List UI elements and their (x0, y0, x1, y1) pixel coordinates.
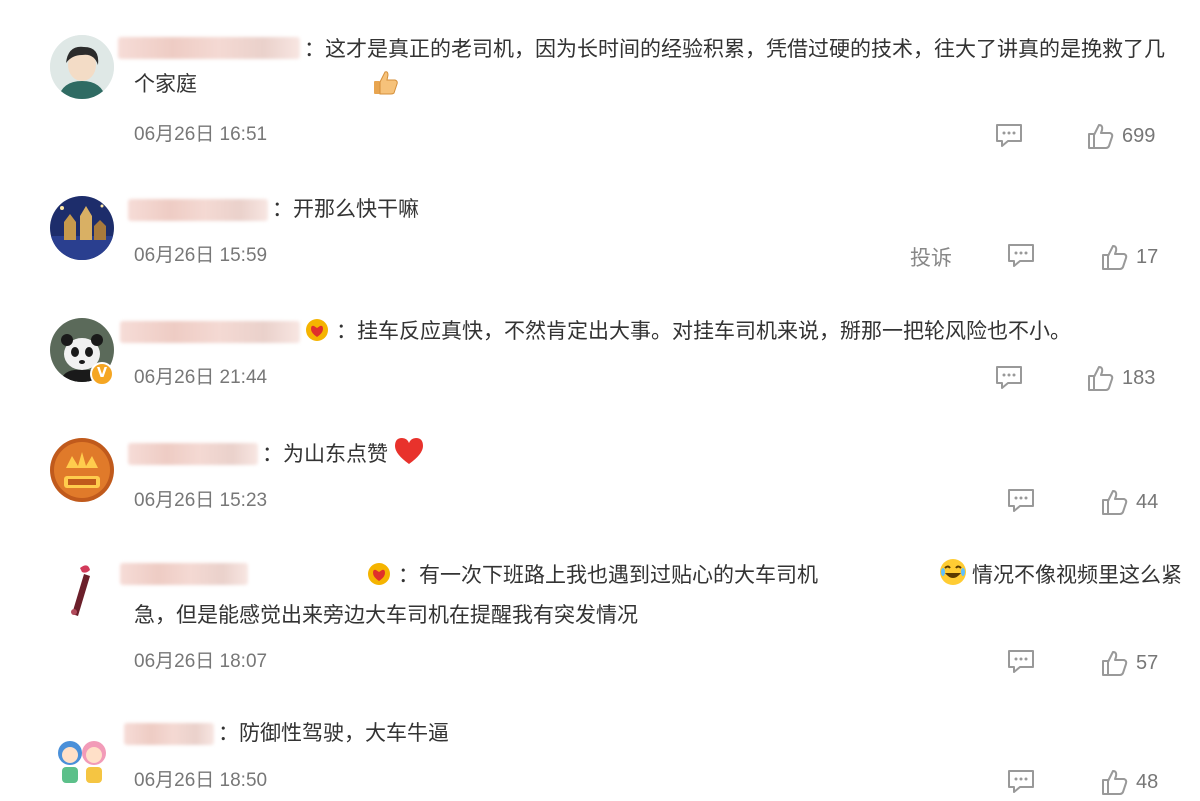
like-button[interactable]: 183 (1086, 364, 1155, 392)
like-button[interactable]: 57 (1100, 649, 1158, 677)
comment-text: ：有一次下班路上我也遇到过贴心的大车司机 情况不像视频里这么紧急，但是能感觉出来旁… (134, 557, 1184, 633)
thumbs-up-outline-icon (1102, 770, 1128, 795)
like-button[interactable]: 44 (1100, 488, 1158, 516)
laughing-tears-icon (822, 557, 968, 598)
like-count: 17 (1136, 245, 1159, 268)
crown-heart-icon (250, 560, 392, 597)
reply-icon[interactable] (994, 364, 1024, 394)
crown-heart-icon (304, 316, 330, 353)
comment-text: ：为山东点赞 (262, 436, 426, 477)
verified-badge: V (90, 362, 114, 386)
like-button[interactable]: 699 (1086, 122, 1155, 150)
thumbs-up-outline-icon (1088, 124, 1114, 149)
heart-icon (392, 436, 426, 477)
comment-timestamp: 06月26日 15:23 (134, 490, 268, 511)
comment-text: ：这才是真正的老司机，因为长时间的经验积累，凭借过硬的技术，往大了讲真的是挽救了… (134, 32, 1184, 107)
avatar[interactable] (50, 727, 114, 791)
thumbs-up-outline-icon (1102, 651, 1128, 676)
like-count: 57 (1136, 651, 1159, 674)
thumbs-up-outline-icon (1088, 366, 1114, 391)
avatar[interactable] (50, 438, 114, 502)
username-blurred[interactable] (128, 199, 268, 221)
comment-text: ：防御性驾驶，大车牛逼 (218, 721, 449, 745)
comment-text: ：开那么快干嘛 (272, 197, 419, 221)
report-button[interactable]: 投诉 (910, 242, 952, 272)
reply-icon[interactable] (994, 122, 1024, 152)
avatar[interactable] (50, 196, 114, 260)
like-button[interactable]: 48 (1100, 768, 1158, 796)
comment-timestamp: 06月26日 21:44 (134, 367, 268, 388)
comment-text: ：挂车反应真快，不然肯定出大事。对挂车司机来说，掰那一把轮风险也不小。 (304, 314, 1071, 353)
thumbs-up-outline-icon (1102, 490, 1128, 515)
username-blurred[interactable] (124, 723, 214, 745)
reply-icon[interactable] (1006, 487, 1036, 517)
like-count: 44 (1136, 490, 1159, 513)
like-count: 48 (1136, 770, 1159, 793)
comment-timestamp: 06月26日 16:51 (134, 124, 268, 145)
avatar[interactable] (50, 35, 114, 99)
username-blurred[interactable] (120, 321, 300, 343)
comment-timestamp: 06月26日 18:50 (134, 770, 268, 791)
reply-icon[interactable] (1006, 648, 1036, 678)
username-blurred[interactable] (128, 443, 258, 465)
avatar[interactable] (50, 560, 114, 624)
thumbs-up-outline-icon (1102, 245, 1128, 270)
reply-icon[interactable] (1006, 768, 1036, 798)
comment-timestamp: 06月26日 15:59 (134, 245, 268, 266)
reply-icon[interactable] (1006, 242, 1036, 272)
like-button[interactable]: 17 (1100, 243, 1158, 271)
like-count: 183 (1122, 366, 1156, 389)
comment-timestamp: 06月26日 18:07 (134, 651, 268, 672)
like-count: 699 (1122, 124, 1156, 147)
thumbs-up-icon (201, 68, 399, 107)
